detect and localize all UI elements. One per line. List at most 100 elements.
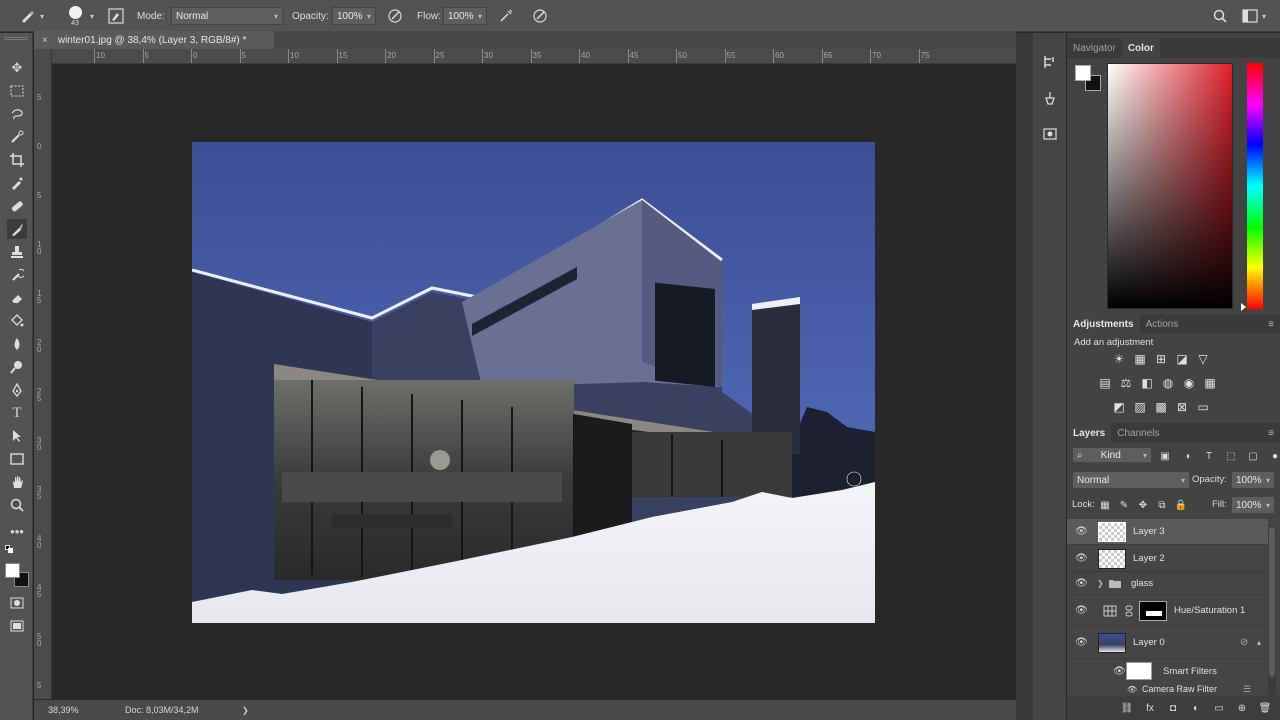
- layers-scrollbar[interactable]: [1268, 525, 1276, 695]
- layer-filter-kind[interactable]: ⌕ Kind ▾: [1072, 447, 1152, 463]
- tab-navigator[interactable]: Navigator: [1067, 38, 1122, 58]
- quick-mask-icon[interactable]: [7, 593, 27, 613]
- healing-brush-tool-icon[interactable]: [7, 196, 27, 216]
- tab-color[interactable]: Color: [1121, 38, 1160, 58]
- blur-tool-icon[interactable]: [7, 334, 27, 354]
- clone-stamp-tool-icon[interactable]: [7, 242, 27, 262]
- expand-group-icon[interactable]: ❯: [1097, 579, 1104, 588]
- eye-icon[interactable]: 👁: [1075, 526, 1088, 537]
- adjustment-icon[interactable]: ◐: [1188, 700, 1204, 716]
- pen-tool-icon[interactable]: [7, 380, 27, 400]
- lock-all-icon[interactable]: 🔒: [1174, 498, 1188, 512]
- tab-actions[interactable]: Actions: [1140, 314, 1185, 334]
- mode-dropdown[interactable]: Normal ▾: [171, 7, 283, 25]
- chain-link-icon[interactable]: [1125, 605, 1133, 617]
- zoom-level[interactable]: 38,39%: [48, 705, 79, 715]
- tool-preset-chevron-icon[interactable]: ▾: [40, 0, 48, 32]
- more-tools-icon[interactable]: •••: [7, 521, 27, 541]
- layer-opacity-dropdown[interactable]: 100% ▾: [1231, 471, 1275, 489]
- channel-mixer-icon[interactable]: ◉: [1181, 375, 1197, 391]
- status-menu-arrow[interactable]: ❯: [242, 706, 249, 715]
- brush-tool-preset-icon[interactable]: [16, 0, 38, 32]
- clone-source-panel-icon[interactable]: [1041, 125, 1059, 143]
- type-filter-icon[interactable]: T: [1202, 449, 1216, 463]
- eye-icon[interactable]: 👁: [1113, 666, 1126, 677]
- folder-icon[interactable]: ▭: [1211, 700, 1227, 716]
- history-panel-icon[interactable]: [1041, 53, 1059, 71]
- fx-icon[interactable]: fx: [1142, 700, 1158, 716]
- shape-filter-icon[interactable]: ⬚: [1224, 449, 1238, 463]
- crop-tool-icon[interactable]: [7, 150, 27, 170]
- levels-icon[interactable]: ▦: [1132, 351, 1148, 367]
- document-image[interactable]: [192, 142, 875, 623]
- photo-filter-icon[interactable]: ◍: [1160, 375, 1176, 391]
- eye-icon[interactable]: 👁: [1075, 637, 1088, 648]
- color-lookup-icon[interactable]: ▦: [1202, 375, 1218, 391]
- panel-menu-icon[interactable]: ≡: [1268, 319, 1274, 330]
- brush-size-picker[interactable]: 43: [64, 0, 86, 32]
- quick-selection-tool-icon[interactable]: [7, 127, 27, 147]
- blend-mode-dropdown[interactable]: Normal ▾: [1072, 471, 1190, 489]
- posterize-icon[interactable]: ▨: [1132, 399, 1148, 415]
- foreground-swatch[interactable]: [1075, 65, 1091, 81]
- smart-object-filter-icon[interactable]: ▢: [1246, 449, 1260, 463]
- hue-saturation-icon[interactable]: ▤: [1097, 375, 1113, 391]
- hand-tool-icon[interactable]: [7, 472, 27, 492]
- hue-slider[interactable]: [1247, 63, 1263, 309]
- eye-icon[interactable]: 👁: [1075, 553, 1088, 564]
- layer-row[interactable]: 👁 Layer 0 ⊘ ▴: [1067, 627, 1268, 659]
- filter-toggle-icon[interactable]: ●: [1268, 449, 1280, 463]
- tab-channels[interactable]: Channels: [1111, 423, 1165, 443]
- saturation-brightness-field[interactable]: [1107, 63, 1233, 309]
- workspace-chevron-icon[interactable]: ▾: [1262, 0, 1270, 32]
- eye-icon[interactable]: 👁: [1127, 685, 1139, 694]
- workspace-icon[interactable]: [1240, 0, 1260, 32]
- mask-icon[interactable]: ◘: [1165, 700, 1181, 716]
- brush-presets-panel-icon[interactable]: [1041, 89, 1059, 107]
- zoom-tool-icon[interactable]: [7, 495, 27, 515]
- exposure-icon[interactable]: ◪: [1174, 351, 1190, 367]
- airbrush-icon[interactable]: [496, 0, 516, 32]
- threshold-icon[interactable]: ▩: [1153, 399, 1169, 415]
- invert-icon[interactable]: ◩: [1111, 399, 1127, 415]
- flow-dropdown[interactable]: 100% ▾: [443, 7, 487, 25]
- rectangle-tool-icon[interactable]: [7, 449, 27, 469]
- brush-tool-icon[interactable]: [7, 219, 27, 239]
- pixel-filter-icon[interactable]: ▣: [1158, 449, 1172, 463]
- screen-mode-icon[interactable]: [7, 616, 27, 636]
- gradient-map-icon[interactable]: ▭: [1195, 399, 1211, 415]
- brush-settings-panel-icon[interactable]: [106, 0, 126, 32]
- vibrance-icon[interactable]: ▽: [1195, 351, 1211, 367]
- canvas-area[interactable]: [52, 64, 1016, 699]
- path-selection-tool-icon[interactable]: [7, 426, 27, 446]
- hue-slider-marker[interactable]: [1241, 303, 1246, 311]
- link-icon[interactable]: ⛓: [1119, 700, 1135, 716]
- adjustment-layer-row[interactable]: 👁 Hue/Saturation 1: [1067, 596, 1268, 626]
- history-brush-tool-icon[interactable]: [7, 265, 27, 285]
- color-balance-icon[interactable]: ⚖: [1118, 375, 1134, 391]
- layer-mask-thumbnail[interactable]: [1139, 600, 1167, 621]
- adjustment-filter-icon[interactable]: ◑: [1180, 449, 1194, 463]
- lock-artboard-icon[interactable]: ⧉: [1155, 498, 1169, 512]
- panel-menu-icon[interactable]: ≡: [1268, 428, 1274, 439]
- curves-icon[interactable]: ⊞: [1153, 351, 1169, 367]
- layer-row[interactable]: 👁 Layer 3: [1067, 519, 1268, 545]
- filter-mask-thumbnail[interactable]: [1126, 662, 1152, 680]
- lock-position-icon[interactable]: ✥: [1136, 498, 1150, 512]
- trash-icon[interactable]: 🗑: [1257, 700, 1273, 716]
- smart-filter-item[interactable]: 👁 Camera Raw Filter ☰: [1067, 682, 1268, 696]
- eyedropper-tool-icon[interactable]: [7, 173, 27, 193]
- brightness-contrast-icon[interactable]: ☀: [1111, 351, 1127, 367]
- marquee-tool-icon[interactable]: [7, 81, 27, 101]
- vertical-ruler[interactable]: 5 0 5 1 0 1 5 2 0 2 5 3 0 3 5 4 0 4 5 5 0 5: [34, 49, 52, 699]
- tab-layers[interactable]: Layers: [1067, 423, 1112, 443]
- new-layer-icon[interactable]: ⊕: [1234, 700, 1250, 716]
- document-tab[interactable]: × winter01.jpg @ 38,4% (Layer 3, RGB/8#)…: [34, 31, 274, 49]
- default-colors-icon[interactable]: [5, 545, 13, 553]
- layer-row[interactable]: 👁 Layer 2: [1067, 546, 1268, 572]
- layer-group-row[interactable]: 👁 ❯ glass: [1067, 573, 1268, 595]
- lock-transparent-icon[interactable]: ▦: [1098, 498, 1112, 512]
- pressure-opacity-icon[interactable]: [385, 0, 405, 32]
- scrollbar-thumb[interactable]: [1269, 527, 1275, 677]
- eye-icon[interactable]: 👁: [1075, 578, 1088, 589]
